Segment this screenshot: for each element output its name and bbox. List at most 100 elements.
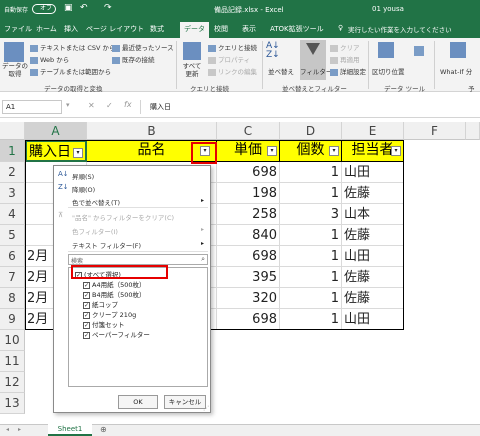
tab-page-layout[interactable]: ページ レイアウト: [86, 24, 144, 34]
filter-dropdown-icon[interactable]: ▾: [267, 146, 277, 156]
cell-price[interactable]: 698: [217, 162, 280, 183]
cell-price[interactable]: 698: [217, 246, 280, 267]
filter-search-input[interactable]: 検索 ⌕: [68, 254, 208, 265]
column-header-f[interactable]: F: [404, 122, 466, 140]
edit-links-button[interactable]: リンクの編集: [208, 66, 257, 76]
sort-by-color-item[interactable]: 色で並べ替え(T): [72, 197, 120, 207]
refresh-all-button[interactable]: すべて 更新: [178, 62, 206, 78]
tab-insert[interactable]: 挿入: [64, 24, 78, 34]
sort-az-icon[interactable]: A↓ Z↓: [266, 42, 280, 60]
ok-button[interactable]: OK: [118, 395, 158, 409]
tab-data[interactable]: データ: [180, 22, 209, 38]
get-data-button[interactable]: データの 取得: [0, 62, 30, 78]
fx-icon[interactable]: fx: [124, 100, 132, 109]
cell-person[interactable]: 山田: [342, 309, 404, 330]
row-header-9[interactable]: 9: [0, 309, 25, 330]
row-header-6[interactable]: 6: [0, 246, 25, 267]
row-header-10[interactable]: 10: [0, 330, 25, 351]
tab-view[interactable]: 表示: [242, 24, 256, 34]
row-header-12[interactable]: 12: [0, 372, 25, 393]
whatif-button[interactable]: What-If 分: [440, 66, 472, 76]
row-header-7[interactable]: 7: [0, 267, 25, 288]
row-header-1[interactable]: 1: [0, 140, 25, 162]
properties-button[interactable]: プロパティ: [208, 54, 250, 64]
name-box[interactable]: A1: [2, 100, 62, 114]
advanced-filter-button[interactable]: 詳細設定: [330, 66, 366, 76]
filter-value-checkbox[interactable]: ✓ ペーパーフィルター: [83, 329, 150, 339]
filter-value-checkbox[interactable]: ✓ 紙コップ: [83, 299, 118, 309]
from-text-button[interactable]: テキストまたは CSV から: [30, 42, 116, 52]
data-tool-icon[interactable]: [414, 46, 424, 56]
cell-price[interactable]: 320: [217, 288, 280, 309]
cell-qty[interactable]: 3: [280, 204, 342, 225]
add-sheet-icon[interactable]: ⊕: [100, 425, 107, 434]
cell-qty[interactable]: 1: [280, 267, 342, 288]
filter-dropdown-icon[interactable]: ▾: [329, 146, 339, 156]
redo-icon[interactable]: ↷: [104, 3, 112, 13]
cell-price[interactable]: 258: [217, 204, 280, 225]
cell-price[interactable]: 840: [217, 225, 280, 246]
row-header-5[interactable]: 5: [0, 225, 25, 246]
text-filter-item[interactable]: テキスト フィルター(F): [72, 240, 141, 250]
from-table-button[interactable]: テーブルまたは範囲から: [30, 66, 111, 76]
header-cell-person[interactable]: 担当者 ▾: [342, 140, 404, 162]
filter-value-checkbox[interactable]: ✓ 付箋セット: [83, 319, 125, 329]
save-icon[interactable]: ▣: [64, 3, 73, 13]
column-header-d[interactable]: D: [280, 122, 342, 140]
row-header-8[interactable]: 8: [0, 288, 25, 309]
cell-price[interactable]: 698: [217, 309, 280, 330]
column-header-c[interactable]: C: [217, 122, 280, 140]
formula-input[interactable]: 購入日: [150, 102, 171, 112]
from-web-button[interactable]: Web から: [30, 54, 69, 64]
cell-price[interactable]: 395: [217, 267, 280, 288]
row-header-13[interactable]: 13: [0, 393, 25, 414]
column-header-a[interactable]: A: [25, 122, 87, 140]
sort-button[interactable]: 並べ替え: [268, 66, 294, 76]
cancel-icon[interactable]: ✕: [88, 101, 95, 110]
filter-value-checkbox[interactable]: ✓ A4用紙（500枚）: [83, 279, 146, 289]
tab-formulas[interactable]: 数式: [150, 24, 164, 34]
cell-person[interactable]: 山本: [342, 204, 404, 225]
tab-home[interactable]: ホーム: [36, 24, 57, 34]
sort-descending-item[interactable]: 降順(O): [72, 184, 95, 194]
filter-value-checkbox[interactable]: ✓ クリープ 210g: [83, 309, 136, 319]
filter-dropdown-icon[interactable]: ▾: [391, 146, 401, 156]
column-header-e[interactable]: E: [342, 122, 404, 140]
color-filter-item[interactable]: 色フィルター(I): [72, 226, 118, 236]
cell-person[interactable]: 山田: [342, 162, 404, 183]
cell-qty[interactable]: 1: [280, 309, 342, 330]
row-header-11[interactable]: 11: [0, 351, 25, 372]
cell-person[interactable]: 佐藤: [342, 267, 404, 288]
tab-review[interactable]: 校閲: [214, 24, 228, 34]
cancel-button[interactable]: キャンセル: [164, 395, 206, 409]
filter-dropdown-icon[interactable]: ▾: [73, 148, 83, 158]
column-header-g[interactable]: [466, 122, 480, 140]
cell-qty[interactable]: 1: [280, 288, 342, 309]
undo-icon[interactable]: ↶: [80, 3, 88, 13]
cell-qty[interactable]: 1: [280, 183, 342, 204]
header-cell-unit-price[interactable]: 単価 ▾: [217, 140, 280, 162]
header-cell-purchase-date[interactable]: 購入日 ▾: [25, 140, 87, 162]
tab-file[interactable]: ファイル: [4, 24, 32, 34]
existing-connections-button[interactable]: 既存の接続: [112, 54, 155, 64]
select-all-corner[interactable]: [0, 122, 25, 140]
cell-person[interactable]: 佐藤: [342, 183, 404, 204]
clear-filter-item[interactable]: "品名" からフィルターをクリア(C): [72, 212, 174, 222]
cell-price[interactable]: 198: [217, 183, 280, 204]
header-cell-quantity[interactable]: 個数 ▾: [280, 140, 342, 162]
cell-person[interactable]: 佐藤: [342, 225, 404, 246]
cell-qty[interactable]: 1: [280, 225, 342, 246]
tell-me-input[interactable]: 実行したい作業を入力してください: [348, 24, 452, 34]
column-header-b[interactable]: B: [87, 122, 217, 140]
recent-sources-button[interactable]: 最近使ったソース: [112, 42, 174, 52]
cell-qty[interactable]: 1: [280, 246, 342, 267]
tab-atok[interactable]: ATOK拡張ツール: [270, 24, 324, 34]
text-to-columns-button[interactable]: 区切り位置: [372, 66, 405, 76]
cell-qty[interactable]: 1: [280, 162, 342, 183]
filter-value-checkbox[interactable]: ✓ B4用紙（500枚）: [83, 289, 146, 299]
cell-person[interactable]: 佐藤: [342, 288, 404, 309]
next-sheet-icon[interactable]: ▸: [18, 426, 21, 433]
sort-ascending-item[interactable]: 昇順(S): [72, 171, 94, 181]
reapply-button[interactable]: 再適用: [330, 54, 360, 64]
autosave-toggle[interactable]: オフ: [32, 4, 56, 14]
